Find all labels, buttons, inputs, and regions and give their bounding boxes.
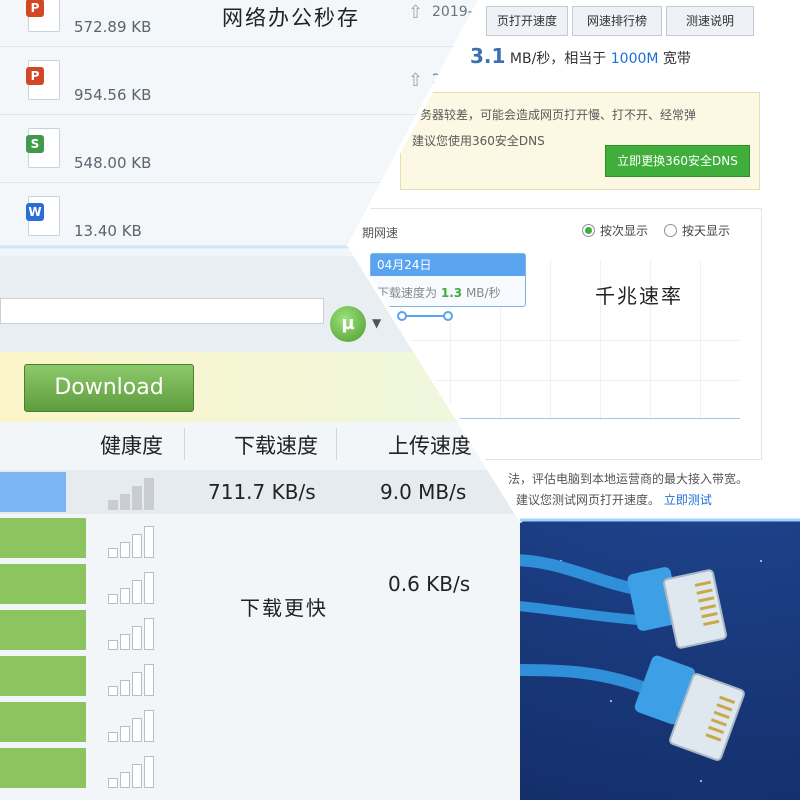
- test-note-1: 法，评估电脑到本地运营商的最大接入带宽。: [508, 472, 749, 486]
- file-size: 13.40 KB: [74, 222, 142, 240]
- download-button[interactable]: Download: [24, 364, 194, 412]
- download-speed: 711.7 KB/s: [208, 480, 316, 504]
- table-row[interactable]: [0, 518, 520, 562]
- faster-download-caption: 下载更快: [240, 596, 328, 620]
- tooltip-text: 下载速度为 1.3 MB/秒: [377, 284, 501, 301]
- progress-bar: [0, 748, 86, 788]
- retest-link[interactable]: 立即测试: [664, 493, 712, 507]
- file-row[interactable]: P 572.89 KB ⇧ 2019-05-: [0, 0, 480, 47]
- ppt-file-icon: P: [26, 60, 60, 100]
- tab-speed-ranking[interactable]: 网速排行榜: [572, 6, 662, 36]
- radio-by-times-label: 按次显示: [600, 224, 649, 238]
- address-bar[interactable]: [0, 298, 324, 324]
- chevron-down-icon[interactable]: ▼: [372, 316, 381, 330]
- table-row[interactable]: [0, 702, 520, 746]
- file-size: 548.00 KB: [74, 154, 152, 172]
- progress-bar: [0, 518, 86, 558]
- chart-tooltip: 04月24日 下载速度为 1.3 MB/秒: [370, 253, 526, 307]
- upload-speed: 9.0 MB/s: [380, 480, 467, 504]
- word-file-icon: W: [26, 196, 60, 236]
- warning-line-2: 建议您使用360安全DNS: [412, 134, 545, 148]
- progress-bar: [0, 656, 86, 696]
- speed-unit: MB/秒，相当于: [509, 51, 607, 67]
- speed-result: 3.1 MB/秒，相当于 1000M 宽带: [470, 44, 691, 68]
- health-signal-icon: [108, 708, 160, 742]
- health-signal-icon: [108, 476, 160, 510]
- table-row[interactable]: [0, 748, 520, 792]
- table-row[interactable]: [0, 656, 520, 700]
- progress-bar: [0, 472, 66, 512]
- health-signal-icon: [108, 662, 160, 696]
- switch-dns-button[interactable]: 立即更换360安全DNS: [605, 145, 750, 177]
- tooltip-prefix: 下载速度为: [377, 286, 438, 300]
- progress-bar: [0, 564, 86, 604]
- tooltip-value: 1.3: [440, 286, 463, 300]
- grid-line: [360, 340, 740, 341]
- warning-line-1: 务器较差，可能会造成网页打开慢、打不开、经常弹: [420, 108, 697, 122]
- radio-by-days-label: 按天显示: [682, 224, 731, 238]
- gigabit-caption: 千兆速率: [595, 284, 683, 308]
- progress-bar: [0, 702, 86, 742]
- table-row[interactable]: 711.7 KB/s 9.0 MB/s: [0, 470, 520, 514]
- ppt-file-icon: P: [26, 0, 60, 32]
- tooltip-unit: MB/秒: [465, 286, 501, 300]
- progress-bar: [0, 610, 86, 650]
- upload-icon: ⇧: [408, 2, 424, 23]
- chart-point: [397, 311, 407, 321]
- tooltip-date: 04月24日: [371, 254, 525, 276]
- test-note-2: 建议您测试网页打开速度。 立即测试: [516, 493, 712, 507]
- health-signal-icon: [108, 524, 160, 558]
- bandwidth-equivalent: 1000M: [610, 51, 659, 67]
- column-header-download-speed[interactable]: 下载速度: [234, 430, 318, 460]
- radio-by-times[interactable]: [582, 224, 595, 237]
- radio-by-days[interactable]: [664, 224, 677, 237]
- utorrent-logo-icon[interactable]: µ: [330, 306, 366, 342]
- ethernet-cable-icon: [520, 554, 745, 761]
- file-size: 954.56 KB: [74, 86, 152, 104]
- bandwidth-suffix: 宽带: [662, 51, 691, 67]
- speed-value: 3.1: [470, 44, 506, 68]
- column-separator: [336, 428, 337, 460]
- column-header-health[interactable]: 健康度: [100, 430, 163, 460]
- chart-line: [397, 311, 453, 321]
- upload-icon: ⇧: [408, 70, 424, 91]
- tab-page-speed[interactable]: 页打开速度: [486, 6, 568, 36]
- chart-point: [443, 311, 453, 321]
- tab-speed-help[interactable]: 测速说明: [666, 6, 754, 36]
- column-separator: [184, 428, 185, 460]
- file-size: 572.89 KB: [74, 18, 152, 36]
- chart-label: 期网速: [362, 226, 399, 240]
- health-signal-icon: [108, 616, 160, 650]
- column-header-upload-speed[interactable]: 上传速度: [388, 430, 472, 460]
- health-signal-icon: [108, 570, 160, 604]
- health-signal-icon: [108, 754, 160, 788]
- upload-speed: 0.6 KB/s: [388, 572, 471, 596]
- excel-file-icon: S: [26, 128, 60, 168]
